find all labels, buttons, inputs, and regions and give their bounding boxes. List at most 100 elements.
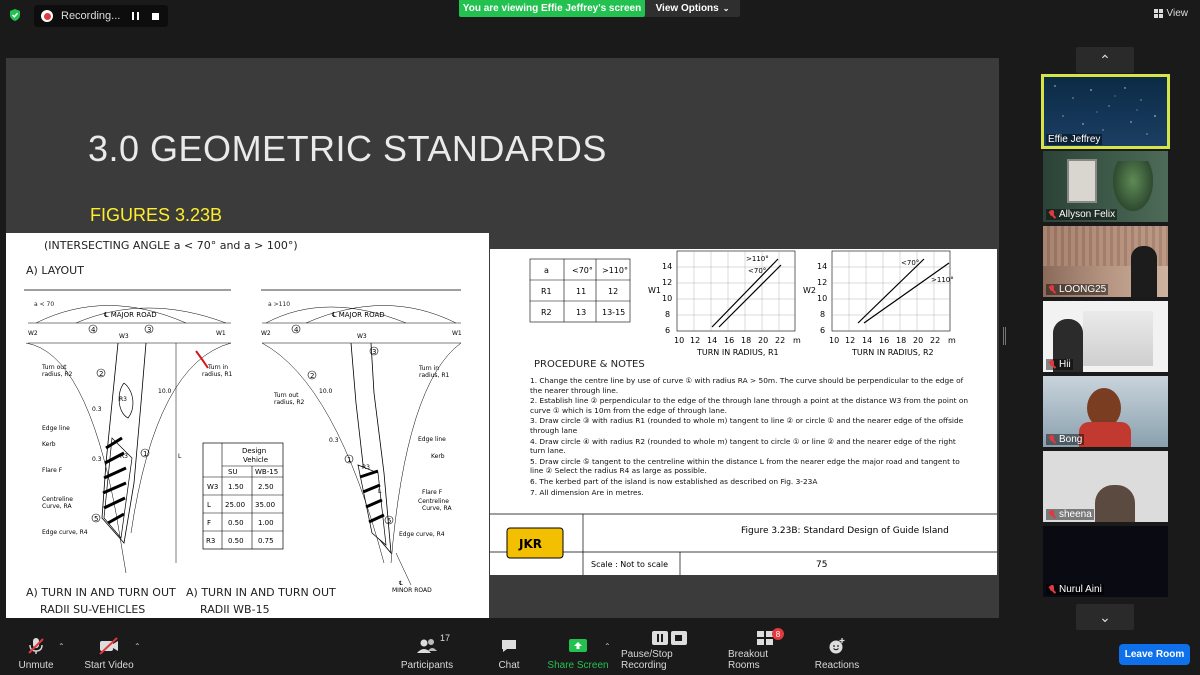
- reactions-button[interactable]: Reactions: [814, 630, 860, 675]
- participant-name-text: Hii: [1059, 359, 1071, 370]
- video-tile[interactable]: Nurul Aini: [1043, 526, 1168, 597]
- graph2-xtick: 20: [913, 336, 923, 345]
- graph1-xtick: 16: [724, 336, 734, 345]
- graph1-xlabel: TURN IN RADIUS, R1: [696, 348, 779, 357]
- gallery-grid-icon: [1153, 9, 1163, 18]
- tile-picture-frame: [1067, 159, 1097, 203]
- graph1-ytick: 6: [665, 326, 670, 335]
- figure-caption: Figure 3.23B: Standard Design of Guide I…: [741, 526, 949, 536]
- video-tile[interactable]: LOONG25: [1043, 226, 1168, 297]
- scroll-down-button[interactable]: ⌄: [1076, 604, 1134, 630]
- participant-name-text: sheena: [1059, 509, 1092, 520]
- muted-mic-icon: [1048, 285, 1056, 294]
- video-tile[interactable]: sheena: [1043, 451, 1168, 522]
- breakout-rooms-button[interactable]: 8 Breakout Rooms: [728, 628, 802, 675]
- table-cell: L: [207, 501, 211, 509]
- pause-stop-label: Pause/Stop Recording: [621, 649, 673, 671]
- participants-label: Participants: [400, 660, 454, 671]
- graph2-legend-b: >110°: [931, 276, 954, 284]
- view-button[interactable]: View: [1153, 8, 1189, 19]
- label-edge-line-left: Edge line: [42, 425, 70, 432]
- small-table-cell: 13-15: [602, 308, 625, 317]
- participant-name-text: Allyson Felix: [1059, 209, 1116, 220]
- graph1-ytick: 10: [662, 294, 672, 303]
- graph2-xtick: 18: [896, 336, 906, 345]
- pause-stop-icon: [650, 630, 690, 646]
- graph2-xtick: 12: [845, 336, 855, 345]
- recording-dot-icon: [41, 10, 53, 22]
- pause-recording-button[interactable]: [127, 8, 143, 24]
- unmute-button[interactable]: Unmute: [14, 630, 58, 675]
- small-table-cell: 12: [608, 287, 618, 296]
- stop-recording-button[interactable]: [147, 8, 163, 24]
- jkr-logo-text: JKR: [518, 537, 542, 551]
- audio-options-caret-icon[interactable]: ⌃: [58, 642, 65, 651]
- panel-resize-handle[interactable]: [1003, 327, 1006, 345]
- video-tile[interactable]: Hii: [1043, 301, 1168, 372]
- pause-stop-recording-button[interactable]: Pause/Stop Recording: [621, 630, 719, 675]
- svg-text:1: 1: [143, 450, 147, 458]
- table-col-su: SU: [228, 468, 238, 476]
- label-edge-line-right: Edge line: [418, 436, 446, 443]
- figure-label: FIGURES 3.23B: [90, 205, 223, 225]
- label-radius-r1-left: radius, R1: [202, 371, 233, 378]
- tile-person: [1095, 485, 1135, 522]
- dim-w1-left: W1: [216, 330, 226, 337]
- view-options-button[interactable]: View Options ⌄: [645, 0, 740, 17]
- graph2-xlabel: TURN IN RADIUS, R2: [851, 348, 934, 357]
- participants-button[interactable]: 17 Participants: [398, 630, 456, 675]
- graph1-xtick: 22: [775, 336, 785, 345]
- procedure-step: 1. Change the centre line by use of curv…: [530, 376, 964, 395]
- figure-heading: (INTERSECTING ANGLE a < 70° and a > 100°…: [44, 239, 298, 252]
- participant-name: LOONG25: [1046, 284, 1109, 295]
- svg-text:2: 2: [99, 370, 103, 378]
- participant-name-text: Bong: [1059, 434, 1083, 445]
- dim-w3-right: W3: [357, 333, 367, 340]
- start-video-button[interactable]: Start Video: [82, 630, 136, 675]
- graph1-xtick: 14: [707, 336, 717, 345]
- shield-icon[interactable]: [8, 8, 22, 22]
- radius-table: a <70° >110° R1 11 12 R2 13 13-15: [529, 258, 631, 323]
- graph2-ytick: 6: [820, 326, 825, 335]
- label-flare-left: Flare F: [42, 467, 63, 474]
- view-options-label: View Options: [655, 3, 719, 14]
- layout-drawing: (INTERSECTING ANGLE a < 70° and a > 100°…: [24, 239, 462, 616]
- table-cell: 2.50: [258, 483, 274, 491]
- video-tile[interactable]: Bong: [1043, 376, 1168, 447]
- chevron-up-icon: ⌃: [1099, 51, 1111, 68]
- recording-label: Recording...: [61, 10, 121, 22]
- share-options-caret-icon[interactable]: ⌃: [604, 642, 611, 651]
- muted-mic-icon: [1048, 510, 1056, 519]
- video-options-caret-icon[interactable]: ⌃: [134, 642, 141, 651]
- view-label: View: [1166, 8, 1189, 19]
- share-screen-button[interactable]: Share Screen: [547, 630, 609, 675]
- video-tile-active-speaker[interactable]: Effie Jeffrey: [1041, 74, 1170, 149]
- muted-mic-icon: [1048, 585, 1056, 594]
- table-cell: 0.50: [228, 537, 244, 545]
- breakout-badge: 8: [772, 628, 784, 640]
- muted-mic-icon: [1048, 210, 1056, 219]
- svg-text:3: 3: [147, 326, 151, 334]
- layout-label: A) LAYOUT: [26, 264, 84, 277]
- small-table-header: >110°: [602, 266, 628, 275]
- label-radius-r2-right: radius, R2: [274, 399, 305, 406]
- dim-03a-left: 0.3: [92, 406, 102, 413]
- pause-icon: [131, 12, 139, 20]
- video-tile[interactable]: Allyson Felix: [1043, 151, 1168, 222]
- svg-text:4: 4: [91, 326, 96, 334]
- tile-plant: [1113, 161, 1153, 211]
- start-video-label: Start Video: [84, 660, 134, 671]
- procedure-list: 1. Change the centre line by use of curv…: [530, 376, 970, 497]
- label-centreline-right: Centreline: [418, 498, 449, 505]
- leave-room-button[interactable]: Leave Room: [1119, 644, 1190, 665]
- share-screen-icon: [565, 635, 591, 657]
- procedure-step: 5. Draw circle ⑤ tangent to the centreli…: [530, 456, 960, 476]
- graph-w1: >110° <70° 14 12 10 8 6 W1 10 12 14 16 1…: [648, 250, 801, 357]
- breakout-rooms-label: Breakout Rooms: [728, 649, 769, 671]
- chat-button[interactable]: Chat: [492, 630, 526, 675]
- top-bar: Recording... You are viewing Effie Jeffr…: [0, 0, 1200, 30]
- breakout-rooms-icon: 8: [752, 628, 784, 646]
- small-table-header: a: [544, 266, 549, 275]
- scroll-up-button[interactable]: ⌃: [1076, 47, 1134, 73]
- major-road-label-right: ℄ MAJOR ROAD: [332, 311, 385, 319]
